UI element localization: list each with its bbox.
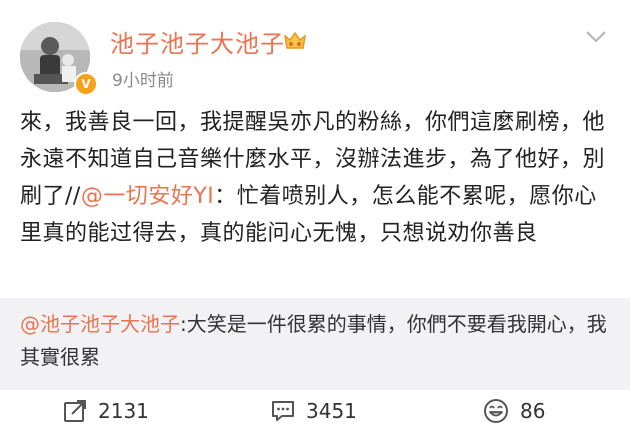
vip-crown-icon[interactable] bbox=[282, 28, 308, 52]
post-actions: 2131 3451 86 bbox=[0, 392, 630, 428]
chevron-down-icon[interactable] bbox=[584, 28, 608, 46]
post-text: 來，我善良一回，我提醒吳亦凡的粉絲，你們這麼刷榜，他永遠不知道自己音樂什麼水平，… bbox=[20, 104, 615, 252]
verified-badge: V bbox=[74, 72, 98, 96]
comment-icon bbox=[272, 401, 294, 421]
comment-count: 3451 bbox=[306, 399, 357, 423]
smile-icon bbox=[484, 399, 508, 423]
repost-button[interactable]: 2131 bbox=[62, 398, 149, 424]
weibo-post: V 池子池子大池子 9小时前 來，我善良一回，我提醒吳亦凡的粉絲，你們這麼刷榜，… bbox=[0, 0, 630, 428]
like-button[interactable]: 86 bbox=[482, 398, 545, 424]
retweet-text: @池子池子大池子:大笑是一件很累的事情，你們不要看我開心，我其實很累 bbox=[20, 308, 615, 374]
post-timestamp: 9小时前 bbox=[112, 71, 174, 91]
mention-link[interactable]: @一切安好YI bbox=[81, 184, 214, 209]
comment-button[interactable]: 3451 bbox=[270, 398, 357, 424]
username[interactable]: 池子池子大池子 bbox=[110, 24, 285, 59]
share-icon bbox=[64, 400, 86, 422]
repost-count: 2131 bbox=[98, 399, 149, 423]
like-count: 86 bbox=[520, 399, 546, 423]
retweet-block[interactable]: @池子池子大池子:大笑是一件很累的事情，你們不要看我開心，我其實很累 bbox=[0, 298, 630, 390]
retweet-author-link[interactable]: @池子池子大池子 bbox=[20, 312, 180, 336]
